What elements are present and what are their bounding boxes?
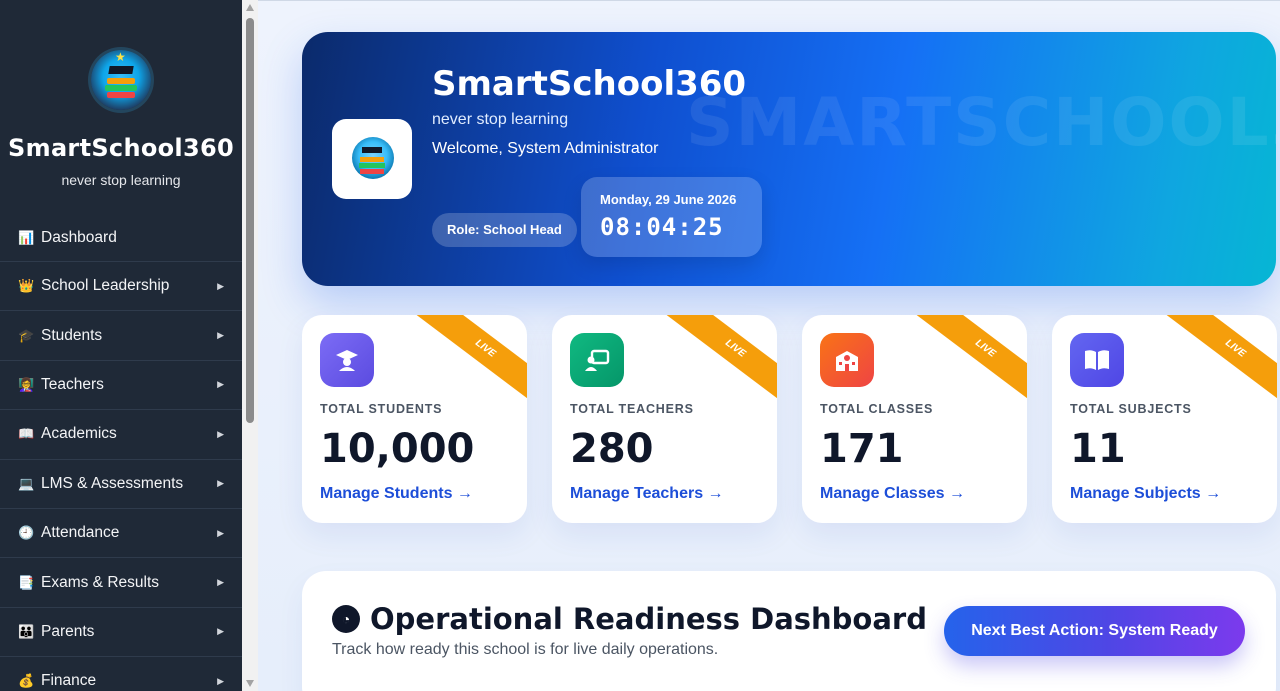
hero-logo [332,119,412,199]
sidebar-nav: 📊 Dashboard 👑 School Leadership ▶ 🎓 Stud… [0,214,242,691]
current-date: Monday, 29 June 2026 [600,192,737,207]
sidebar-item-label: Exams & Results [41,573,160,591]
sidebar-item-parents[interactable]: 👪 Parents ▶ [0,608,242,658]
sidebar-item-label: Parents [41,622,95,640]
live-ribbon: LIVE [662,315,777,409]
sidebar-item-academics[interactable]: 📖 Academics ▶ [0,410,242,460]
submenu-arrow-icon: ▶ [217,379,224,390]
date-time-widget: Monday, 29 June 2026 08:04:25 [581,177,762,257]
readiness-subtitle: Track how ready this school is for live … [332,641,719,658]
stat-value: 171 [820,426,904,472]
sidebar-item-attendance[interactable]: 🕘 Attendance ▶ [0,509,242,559]
sidebar-item-label: Teachers [41,375,104,393]
stat-card-subjects: LIVE TOTAL SUBJECTS 11 Manage Subjects → [1052,315,1277,523]
submenu-arrow-icon: ▶ [217,675,224,686]
crown-icon: 👑 [18,278,35,294]
hero-tagline: never stop learning [432,111,569,128]
sidebar-tagline: never stop learning [61,172,181,188]
stat-card-students: LIVE TOTAL STUDENTS 10,000 Manage Studen… [302,315,527,523]
school-logo: ★ [91,50,151,110]
manage-subjects-link[interactable]: Manage Subjects → [1070,485,1221,503]
sidebar-item-lms-assessments[interactable]: 💻 LMS & Assessments ▶ [0,460,242,509]
sidebar-brand: SmartSchool360 [8,134,234,162]
sidebar-item-label: School Leadership [41,277,170,295]
sidebar-scrollbar[interactable] [242,0,258,691]
submenu-arrow-icon: ▶ [217,428,224,439]
sidebar-item-students[interactable]: 🎓 Students ▶ [0,311,242,361]
submenu-arrow-icon: ▶ [217,478,224,489]
chart-icon: 📊 [18,229,35,245]
manage-teachers-link[interactable]: Manage Teachers → [570,485,724,503]
live-ribbon: LIVE [1162,315,1277,409]
stat-card-teachers: LIVE TOTAL TEACHERS 280 Manage Teachers … [552,315,777,523]
hero-title: SmartSchool360 [432,64,747,104]
stat-value: 280 [570,426,654,472]
money-bag-icon: 💰 [18,673,35,689]
scroll-up-icon[interactable] [246,4,254,11]
manage-students-link[interactable]: Manage Students → [320,485,473,503]
stat-value: 11 [1070,426,1126,472]
school-building-icon [820,333,874,387]
family-icon: 👪 [18,623,35,639]
hero-banner: SMARTSCHOOL360 SmartSchool360 never stop… [302,32,1276,286]
sidebar-item-label: LMS & Assessments [41,474,184,492]
stat-label: TOTAL SUBJECTS [1070,402,1192,416]
current-time: 08:04:25 [600,213,724,241]
dashboard-gauge-icon: ◔ [332,605,360,633]
submenu-arrow-icon: ▶ [217,280,224,291]
teacher-icon: 👩‍🏫 [18,376,35,392]
book-icon: 📖 [18,426,35,442]
main-content: SMARTSCHOOL360 SmartSchool360 never stop… [258,0,1280,691]
stat-label: TOTAL STUDENTS [320,402,443,416]
book-icon [1070,333,1124,387]
sidebar-item-finance[interactable]: 💰 Finance ▶ [0,657,242,691]
sidebar-item-label: Dashboard [41,228,117,246]
sidebar-item-exams-results[interactable]: 📑 Exams & Results ▶ [0,558,242,608]
scrollbar-thumb[interactable] [246,18,254,423]
scroll-down-icon[interactable] [246,680,254,687]
role-badge: Role: School Head [432,213,577,247]
readiness-panel: ◔ Operational Readiness Dashboard Track … [302,571,1276,691]
stat-label: TOTAL CLASSES [820,402,934,416]
teacher-board-icon [570,333,624,387]
hero-watermark: SMARTSCHOOL360 [686,84,1276,161]
graduate-icon: 🎓 [18,327,35,343]
sidebar-item-label: Attendance [41,524,120,542]
clock-icon: 🕘 [18,525,35,541]
stat-value: 10,000 [320,426,475,472]
sidebar-item-teachers[interactable]: 👩‍🏫 Teachers ▶ [0,361,242,411]
live-ribbon: LIVE [412,315,527,409]
sidebar-item-dashboard[interactable]: 📊 Dashboard [0,214,242,262]
sidebar-item-label: Finance [41,672,97,690]
manage-classes-link[interactable]: Manage Classes → [820,485,965,503]
welcome-message: Welcome, System Administrator [432,140,659,157]
document-icon: 📑 [18,574,35,590]
submenu-arrow-icon: ▶ [217,577,224,588]
sidebar-item-school-leadership[interactable]: 👑 School Leadership ▶ [0,262,242,312]
stat-card-classes: LIVE TOTAL CLASSES 171 Manage Classes → [802,315,1027,523]
graduate-icon [320,333,374,387]
submenu-arrow-icon: ▶ [217,626,224,637]
next-best-action-button[interactable]: Next Best Action: System Ready [944,606,1245,656]
sidebar-item-label: Academics [41,425,117,443]
submenu-arrow-icon: ▶ [217,330,224,341]
live-ribbon: LIVE [912,315,1027,409]
stat-label: TOTAL TEACHERS [570,402,694,416]
sidebar-item-label: Students [41,326,103,344]
laptop-icon: 💻 [18,475,35,491]
readiness-title: Operational Readiness Dashboard [370,602,927,636]
submenu-arrow-icon: ▶ [217,527,224,538]
sidebar: ★ SmartSchool360 never stop learning 📊 D… [0,0,242,691]
star-icon: ★ [115,50,126,64]
